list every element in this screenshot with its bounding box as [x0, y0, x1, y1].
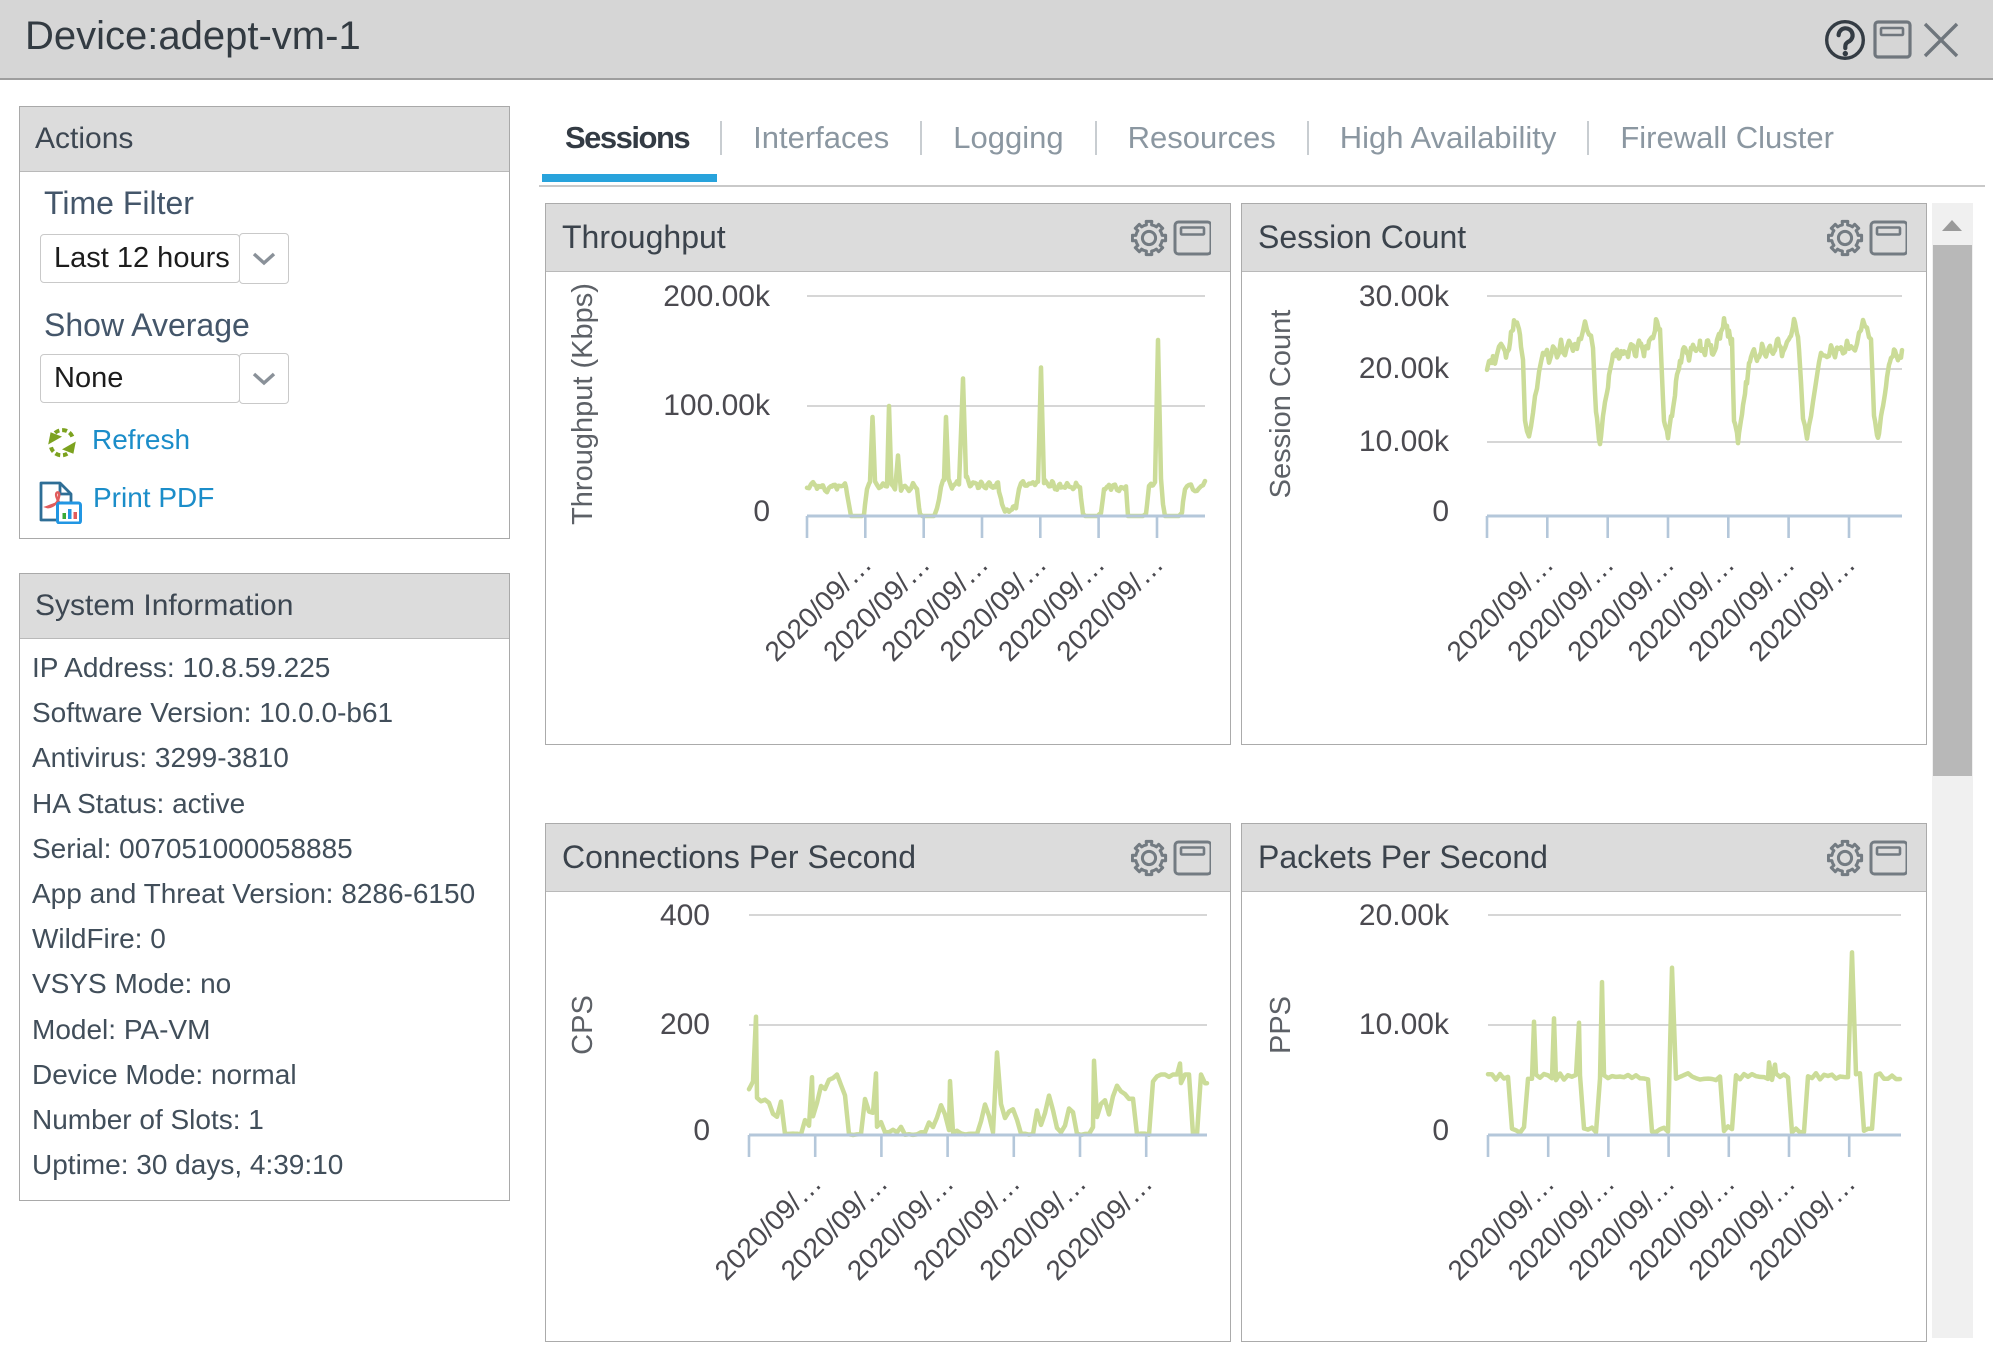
svg-text:Throughput (Kbps): Throughput (Kbps) [567, 283, 599, 525]
svg-text:10.00k: 10.00k [1359, 425, 1450, 458]
svg-text:PPS: PPS [1265, 996, 1297, 1054]
svg-text:Session Count: Session Count [1265, 310, 1297, 499]
svg-text:100.00k: 100.00k [663, 389, 771, 422]
svg-text:0: 0 [753, 495, 770, 528]
svg-text:10.00k: 10.00k [1359, 1008, 1450, 1041]
svg-text:20.00k: 20.00k [1359, 899, 1450, 932]
svg-text:20.00k: 20.00k [1359, 352, 1450, 385]
svg-text:CPS: CPS [567, 995, 599, 1055]
svg-text:0: 0 [1432, 495, 1449, 528]
svg-text:0: 0 [693, 1114, 710, 1147]
svg-text:30.00k: 30.00k [1359, 280, 1450, 313]
svg-text:200: 200 [660, 1008, 710, 1041]
svg-text:200.00k: 200.00k [663, 280, 771, 313]
svg-text:400: 400 [660, 899, 710, 932]
svg-text:0: 0 [1432, 1114, 1449, 1147]
